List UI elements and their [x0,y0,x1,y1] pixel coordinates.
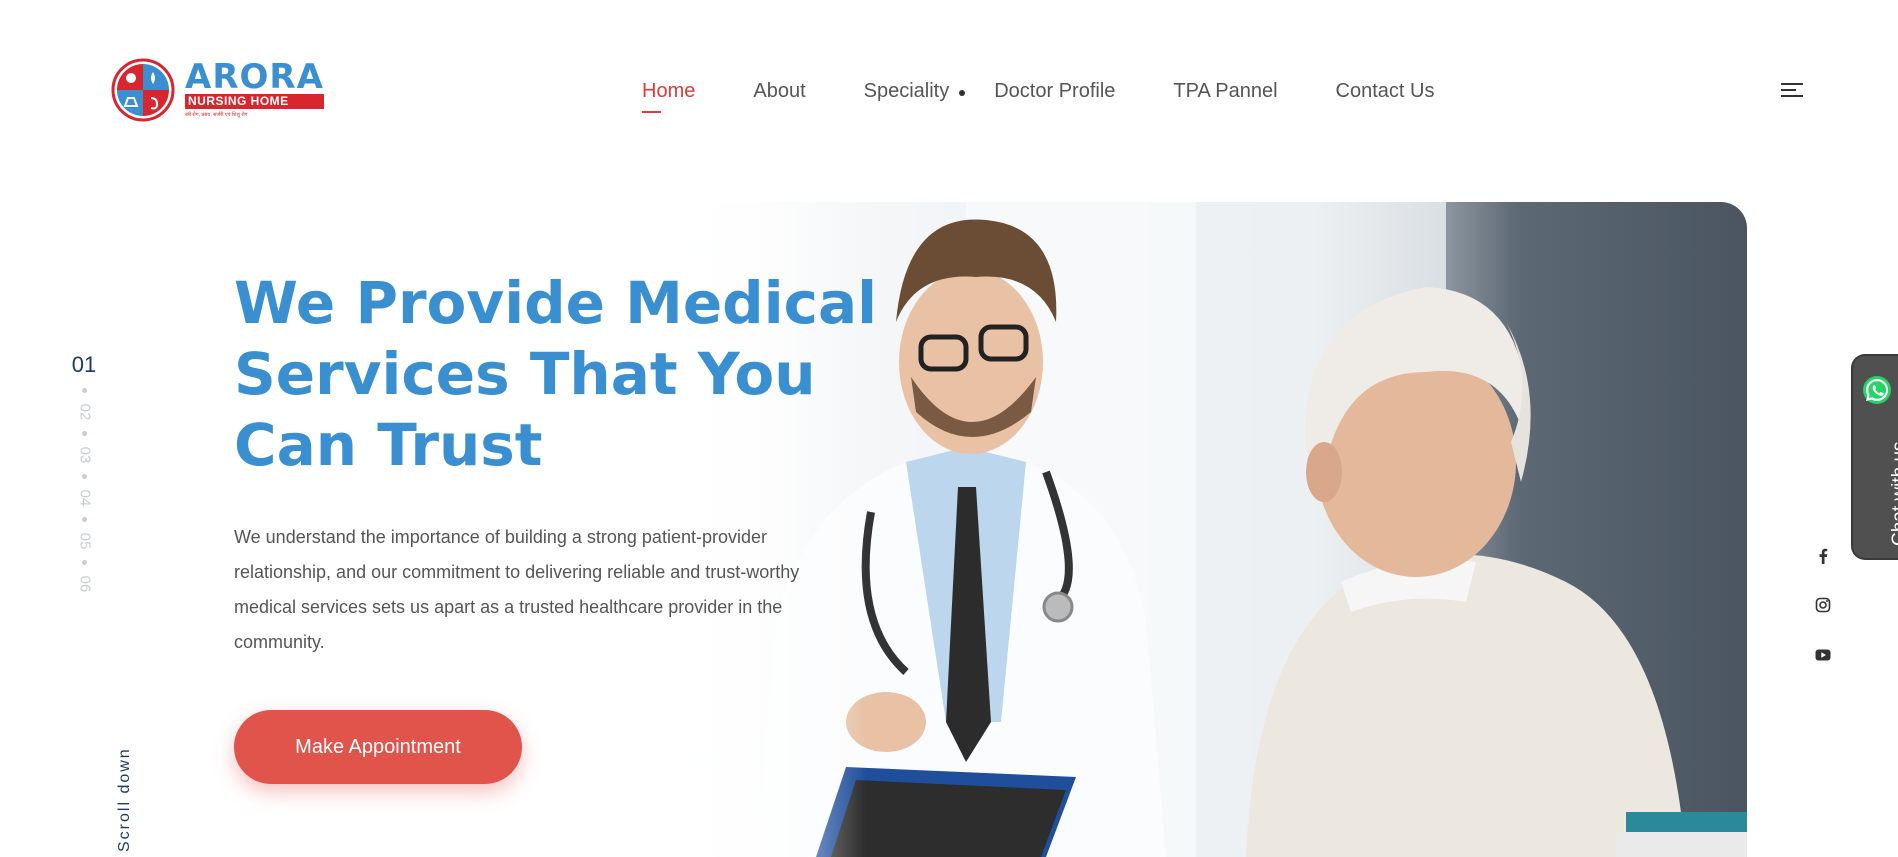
slide-number-06[interactable]: 06 [72,576,96,593]
hero-description: We understand the importance of building… [234,527,800,652]
hero-headline-line-2: Services That You [234,340,816,408]
slide-dot [81,517,87,522]
logo-emblem-icon [111,58,175,122]
nav-item-speciality-label: Speciality [863,80,950,102]
slide-number-05[interactable]: 05 [72,533,96,550]
slide-number-04[interactable]: 04 [72,490,96,507]
chat-with-us-label: Chat with us [1889,441,1898,546]
youtube-icon[interactable] [1812,644,1834,666]
slide-number-03[interactable]: 03 [72,447,96,464]
slide-number-02[interactable]: 02 [72,404,96,421]
slide-dot [81,474,87,479]
menu-toggle-icon[interactable] [1781,83,1803,99]
slide-dot [81,560,87,565]
logo-name: ARORA [185,56,324,97]
instagram-icon[interactable] [1812,594,1834,616]
slide-dot [81,431,87,436]
main-nav: Home About Speciality Doctor Profile TPA… [642,80,1492,113]
site-logo[interactable]: ARORA NURSING HOME स्त्री रोग, प्रसव, सर… [111,56,324,122]
facebook-icon[interactable] [1812,545,1834,567]
slide-dot [81,388,87,393]
dropdown-dot-icon [959,90,966,96]
slide-pagination: 01 02 03 04 05 06 [70,352,98,599]
chat-with-us-button[interactable]: Chat with us [1851,354,1898,560]
logo-text: ARORA NURSING HOME स्त्री रोग, प्रसव, सर… [185,56,324,119]
whatsapp-icon [1863,376,1891,404]
logo-tagline: स्त्री रोग, प्रसव, सर्जरी एवं शिशु रोग [185,111,248,118]
hero-headline-line-3: Can Trust [234,411,543,479]
slide-current-number[interactable]: 01 [72,352,96,378]
hero-headline: We Provide Medical Services That You Can… [234,268,877,481]
nav-item-contact-us[interactable]: Contact Us [1336,80,1435,107]
nav-item-about[interactable]: About [753,80,805,107]
make-appointment-button[interactable]: Make Appointment [234,710,522,784]
nav-item-home[interactable]: Home [642,80,695,113]
nav-item-speciality[interactable]: Speciality [863,80,966,107]
logo-subtitle: NURSING HOME [185,93,324,109]
scroll-down-link[interactable]: Scroll down [116,747,134,852]
nav-item-tpa-pannel[interactable]: TPA Pannel [1173,80,1277,107]
nav-item-doctor-profile[interactable]: Doctor Profile [994,80,1115,107]
hero-headline-line-1: We Provide Medical [234,269,877,337]
